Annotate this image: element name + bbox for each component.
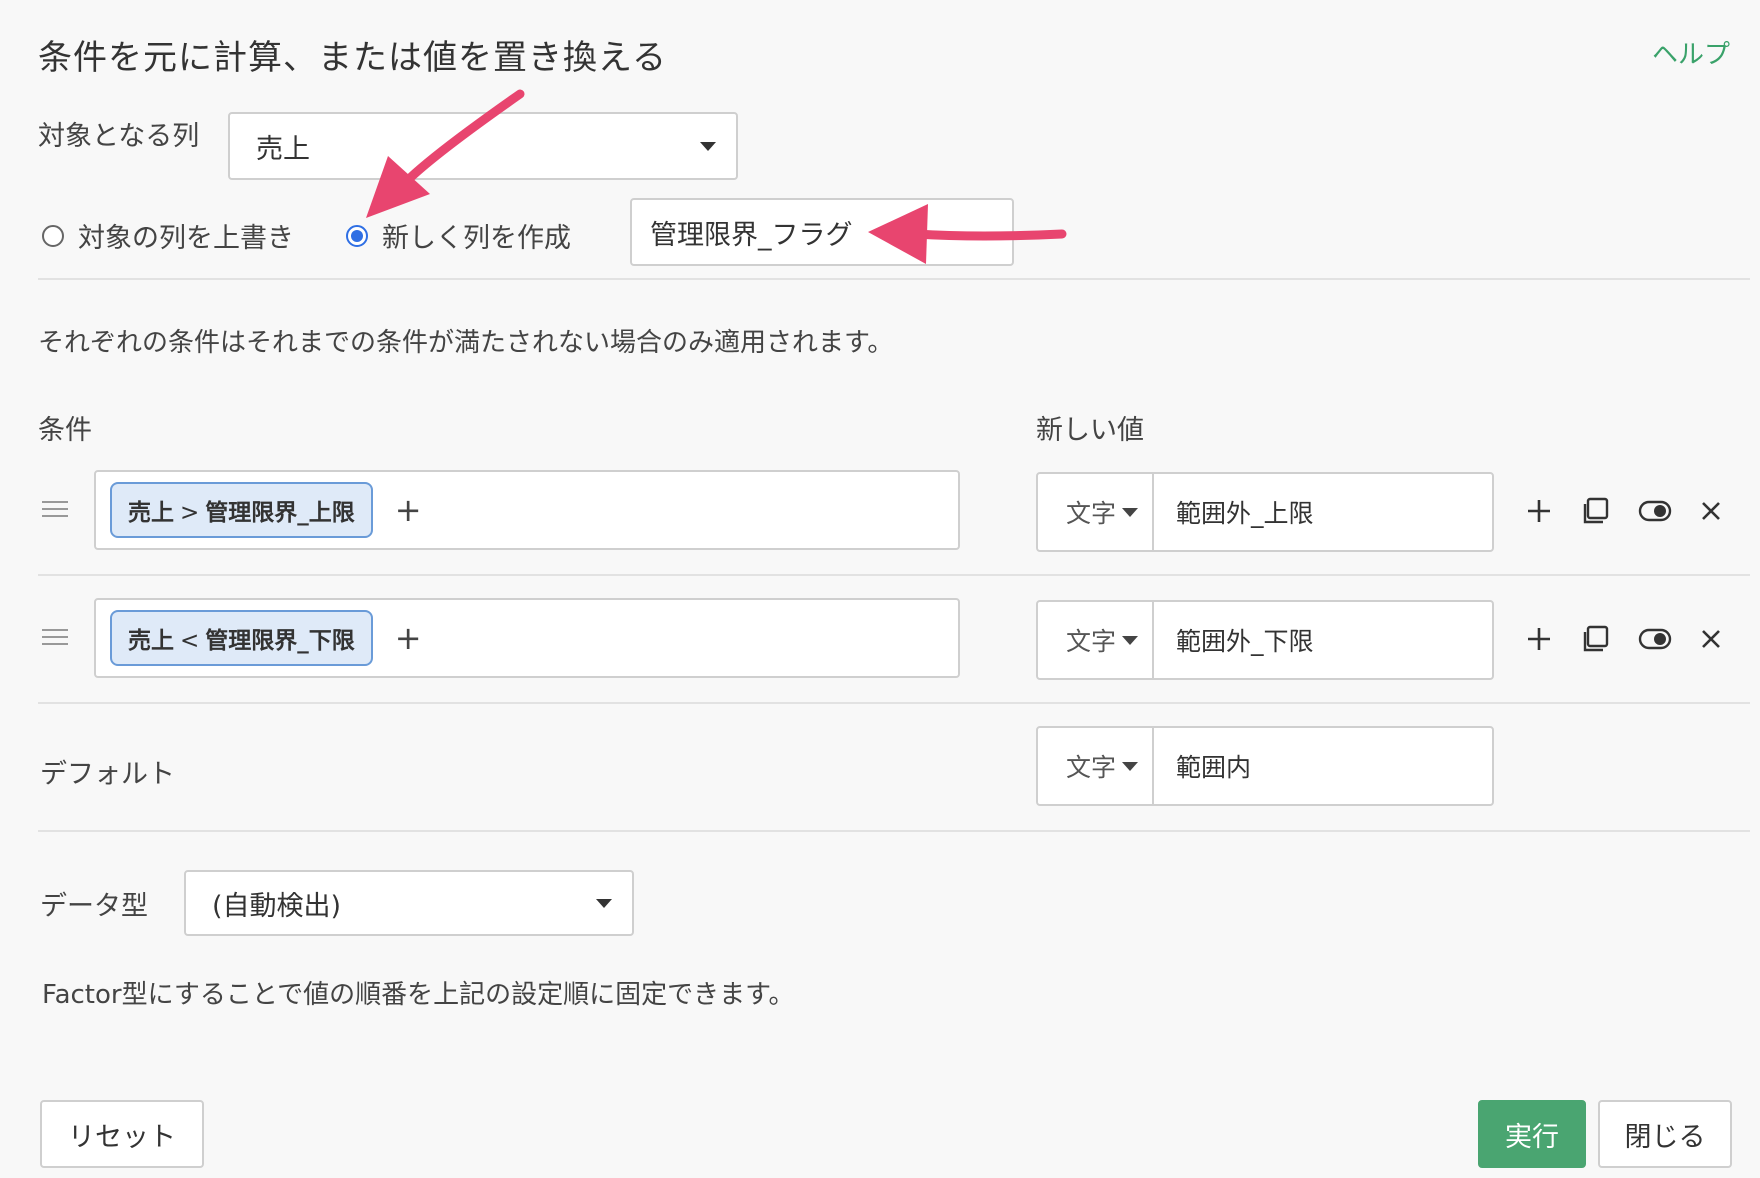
condition-chip[interactable]: 売上 > 管理限界_上限 xyxy=(110,482,373,538)
caret-down-icon xyxy=(1122,636,1138,645)
divider xyxy=(38,574,1750,576)
condition-left: 売上 xyxy=(128,628,174,654)
divider xyxy=(38,830,1750,832)
target-column-select[interactable]: 売上 xyxy=(228,112,738,180)
add-condition-icon[interactable]: + xyxy=(395,494,422,526)
help-link[interactable]: ヘルプ xyxy=(1652,34,1730,71)
condition-chip[interactable]: 売上 < 管理限界_下限 xyxy=(110,610,373,666)
value-input[interactable]: 範囲外_上限 xyxy=(1154,474,1492,550)
default-value-text: 範囲内 xyxy=(1176,753,1252,782)
value-type-select[interactable]: 文字 xyxy=(1038,474,1154,550)
new-column-name-input[interactable]: 管理限界_フラグ xyxy=(630,198,1014,266)
reset-button[interactable]: リセット xyxy=(40,1100,204,1168)
copy-icon[interactable] xyxy=(1580,624,1610,658)
toggle-icon[interactable] xyxy=(1638,627,1672,655)
run-button[interactable]: 実行 xyxy=(1478,1100,1586,1168)
data-type-label: データ型 xyxy=(40,891,148,922)
value-editor[interactable]: 文字 範囲外_下限 xyxy=(1036,600,1494,680)
value-text: 範囲外_上限 xyxy=(1176,499,1314,528)
default-value-type-label: 文字 xyxy=(1066,753,1117,782)
drag-handle-icon[interactable] xyxy=(42,624,68,650)
target-column-value: 売上 xyxy=(256,133,310,165)
default-label: デフォルト xyxy=(40,759,175,790)
default-value-type-select[interactable]: 文字 xyxy=(1038,728,1154,804)
factor-note: Factor型にすることで値の順番を上記の設定順に固定できます。 xyxy=(42,980,795,1010)
copy-icon[interactable] xyxy=(1580,496,1610,530)
target-column-label: 対象となる列 xyxy=(38,121,200,152)
condition-operator: < xyxy=(180,628,200,654)
default-value-editor[interactable]: 文字 範囲内 xyxy=(1036,726,1494,806)
value-editor[interactable]: 文字 範囲外_上限 xyxy=(1036,472,1494,552)
close-icon[interactable] xyxy=(1700,500,1722,526)
condition-editor[interactable]: 売上 < 管理限界_下限 + xyxy=(94,598,960,678)
caret-down-icon xyxy=(1122,508,1138,517)
condition-operator: > xyxy=(180,500,200,526)
close-icon[interactable] xyxy=(1700,628,1722,654)
plus-icon[interactable] xyxy=(1526,626,1552,656)
new-value-header: 新しい値 xyxy=(1036,415,1144,446)
condition-left: 売上 xyxy=(128,500,174,526)
value-type-label: 文字 xyxy=(1066,627,1117,656)
caret-down-icon xyxy=(700,142,716,151)
new-column-name-value: 管理限界_フラグ xyxy=(650,219,853,251)
add-condition-icon[interactable]: + xyxy=(395,622,422,654)
divider xyxy=(38,702,1750,704)
radio-new-column[interactable]: 新しく列を作成 xyxy=(346,216,571,255)
condition-right: 管理限界_上限 xyxy=(205,500,355,526)
rule-actions xyxy=(1526,496,1722,530)
value-type-select[interactable]: 文字 xyxy=(1038,602,1154,678)
plus-icon[interactable] xyxy=(1526,498,1552,528)
data-type-value: (自動検出) xyxy=(212,890,342,922)
value-type-label: 文字 xyxy=(1066,499,1117,528)
caret-down-icon xyxy=(1122,762,1138,771)
rule-actions xyxy=(1526,624,1722,658)
drag-handle-icon[interactable] xyxy=(42,496,68,522)
toggle-icon[interactable] xyxy=(1638,499,1672,527)
condition-editor[interactable]: 売上 > 管理限界_上限 + xyxy=(94,470,960,550)
radio-new-column-circle[interactable] xyxy=(346,224,368,247)
radio-overwrite-circle[interactable] xyxy=(42,224,64,247)
close-button[interactable]: 閉じる xyxy=(1598,1100,1732,1168)
condition-right: 管理限界_下限 xyxy=(205,628,355,654)
dialog-title: 条件を元に計算、または値を置き換える xyxy=(38,38,667,78)
divider xyxy=(38,278,1750,280)
default-value-input[interactable]: 範囲内 xyxy=(1154,728,1492,804)
radio-new-column-label: 新しく列を作成 xyxy=(382,223,571,254)
radio-overwrite-label: 対象の列を上書き xyxy=(78,223,294,254)
rules-description: それぞれの条件はそれまでの条件が満たされない場合のみ適用されます。 xyxy=(38,328,894,358)
radio-overwrite[interactable]: 対象の列を上書き xyxy=(42,216,294,255)
value-input[interactable]: 範囲外_下限 xyxy=(1154,602,1492,678)
value-text: 範囲外_下限 xyxy=(1176,627,1314,656)
caret-down-icon xyxy=(596,899,612,908)
data-type-select[interactable]: (自動検出) xyxy=(184,870,634,936)
condition-header: 条件 xyxy=(38,415,92,446)
